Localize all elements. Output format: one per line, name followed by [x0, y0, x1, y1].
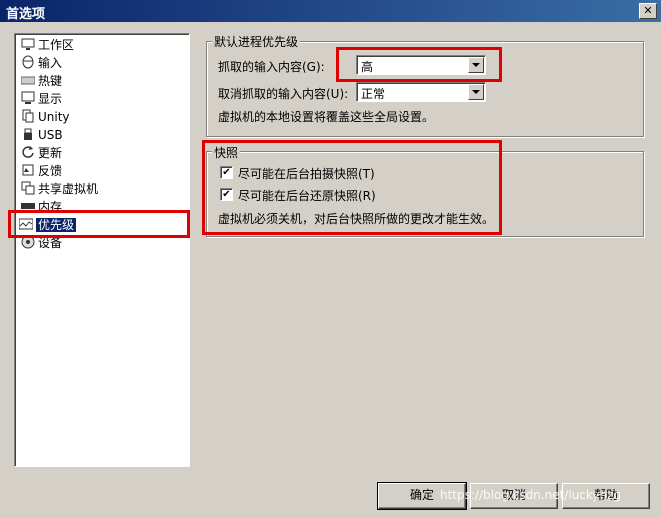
- sidebar-item-priority[interactable]: 优先级: [19, 216, 187, 234]
- mouse-icon: [22, 55, 34, 69]
- title-bar: 首选项 ✕: [0, 0, 661, 22]
- sidebar-item-label: 热键: [38, 74, 63, 88]
- keyboard-icon: [21, 76, 35, 85]
- sidebar-item-label: 显示: [38, 92, 63, 106]
- feedback-icon: [22, 164, 34, 176]
- snapshot-take-label: 尽可能在后台拍摄快照(T): [238, 167, 375, 181]
- sidebar-item-workspace[interactable]: 工作区: [21, 36, 74, 54]
- snapshot-note: 虚拟机必须关机，对后台快照所做的更改才能生效。: [218, 212, 495, 226]
- close-button[interactable]: ✕: [639, 3, 657, 19]
- priority-note: 虚拟机的本地设置将覆盖这些全局设置。: [218, 110, 435, 124]
- sidebar-item-usb[interactable]: USB: [21, 126, 63, 144]
- window-title: 首选项: [6, 7, 46, 22]
- ungrab-priority-select[interactable]: 正常: [356, 82, 486, 102]
- refresh-icon: [22, 146, 34, 158]
- sidebar-item-input[interactable]: 输入: [21, 54, 62, 72]
- shared-vm-icon: [21, 181, 35, 195]
- sidebar-item-label: 设备: [38, 236, 63, 250]
- sidebar-item-display[interactable]: 显示: [21, 90, 62, 108]
- sidebar-item-label: 更新: [38, 146, 63, 160]
- sidebar-item-label: 优先级: [36, 218, 77, 232]
- snapshot-restore-label: 尽可能在后台还原快照(R): [238, 189, 376, 203]
- priority-group-title: 默认进程优先级: [212, 33, 301, 50]
- unity-icon: [22, 109, 34, 123]
- watermark: https://blog.csdn.net/luckyhzg: [440, 488, 622, 502]
- display-icon: [21, 91, 35, 104]
- grab-priority-value: 高: [361, 60, 374, 74]
- grab-label: 抓取的输入内容(G):: [218, 60, 325, 74]
- sidebar-item-label: 共享虚拟机: [38, 182, 99, 196]
- sidebar-item-label: Unity: [38, 110, 70, 124]
- category-tree[interactable]: 工作区 输入 热键 显示 Unity USB 更新 反馈 共享虚拟机 内存 优先…: [14, 33, 190, 467]
- sidebar-item-label: 反馈: [38, 164, 63, 178]
- sidebar-item-updates[interactable]: 更新: [21, 144, 62, 162]
- memory-icon: [21, 203, 35, 209]
- chevron-down-icon[interactable]: [468, 57, 484, 73]
- sidebar-item-feedback[interactable]: 反馈: [21, 162, 62, 180]
- sidebar-item-label: USB: [38, 128, 63, 142]
- usb-icon: [24, 128, 32, 140]
- snapshot-restore-checkbox[interactable]: ✔: [220, 188, 233, 201]
- grab-priority-select[interactable]: 高: [356, 55, 486, 75]
- sidebar-item-label: 工作区: [38, 38, 75, 52]
- snapshot-take-checkbox[interactable]: ✔: [220, 166, 233, 179]
- sidebar-item-label: 输入: [38, 56, 63, 70]
- sidebar-item-hotkeys[interactable]: 热键: [21, 72, 62, 90]
- device-icon: [21, 235, 35, 249]
- sidebar-item-shared-vms[interactable]: 共享虚拟机: [21, 180, 98, 198]
- ungrab-priority-value: 正常: [361, 87, 386, 101]
- sidebar-item-unity[interactable]: Unity: [21, 108, 70, 126]
- priority-icon: [19, 218, 33, 230]
- sidebar-item-label: 内存: [38, 200, 63, 214]
- sidebar-item-memory[interactable]: 内存: [21, 198, 62, 216]
- snapshot-group-title: 快照: [212, 144, 241, 161]
- sidebar-item-devices[interactable]: 设备: [21, 234, 62, 252]
- monitor-icon: [21, 38, 35, 50]
- chevron-down-icon[interactable]: [468, 84, 484, 100]
- ungrab-label: 取消抓取的输入内容(U):: [218, 87, 349, 101]
